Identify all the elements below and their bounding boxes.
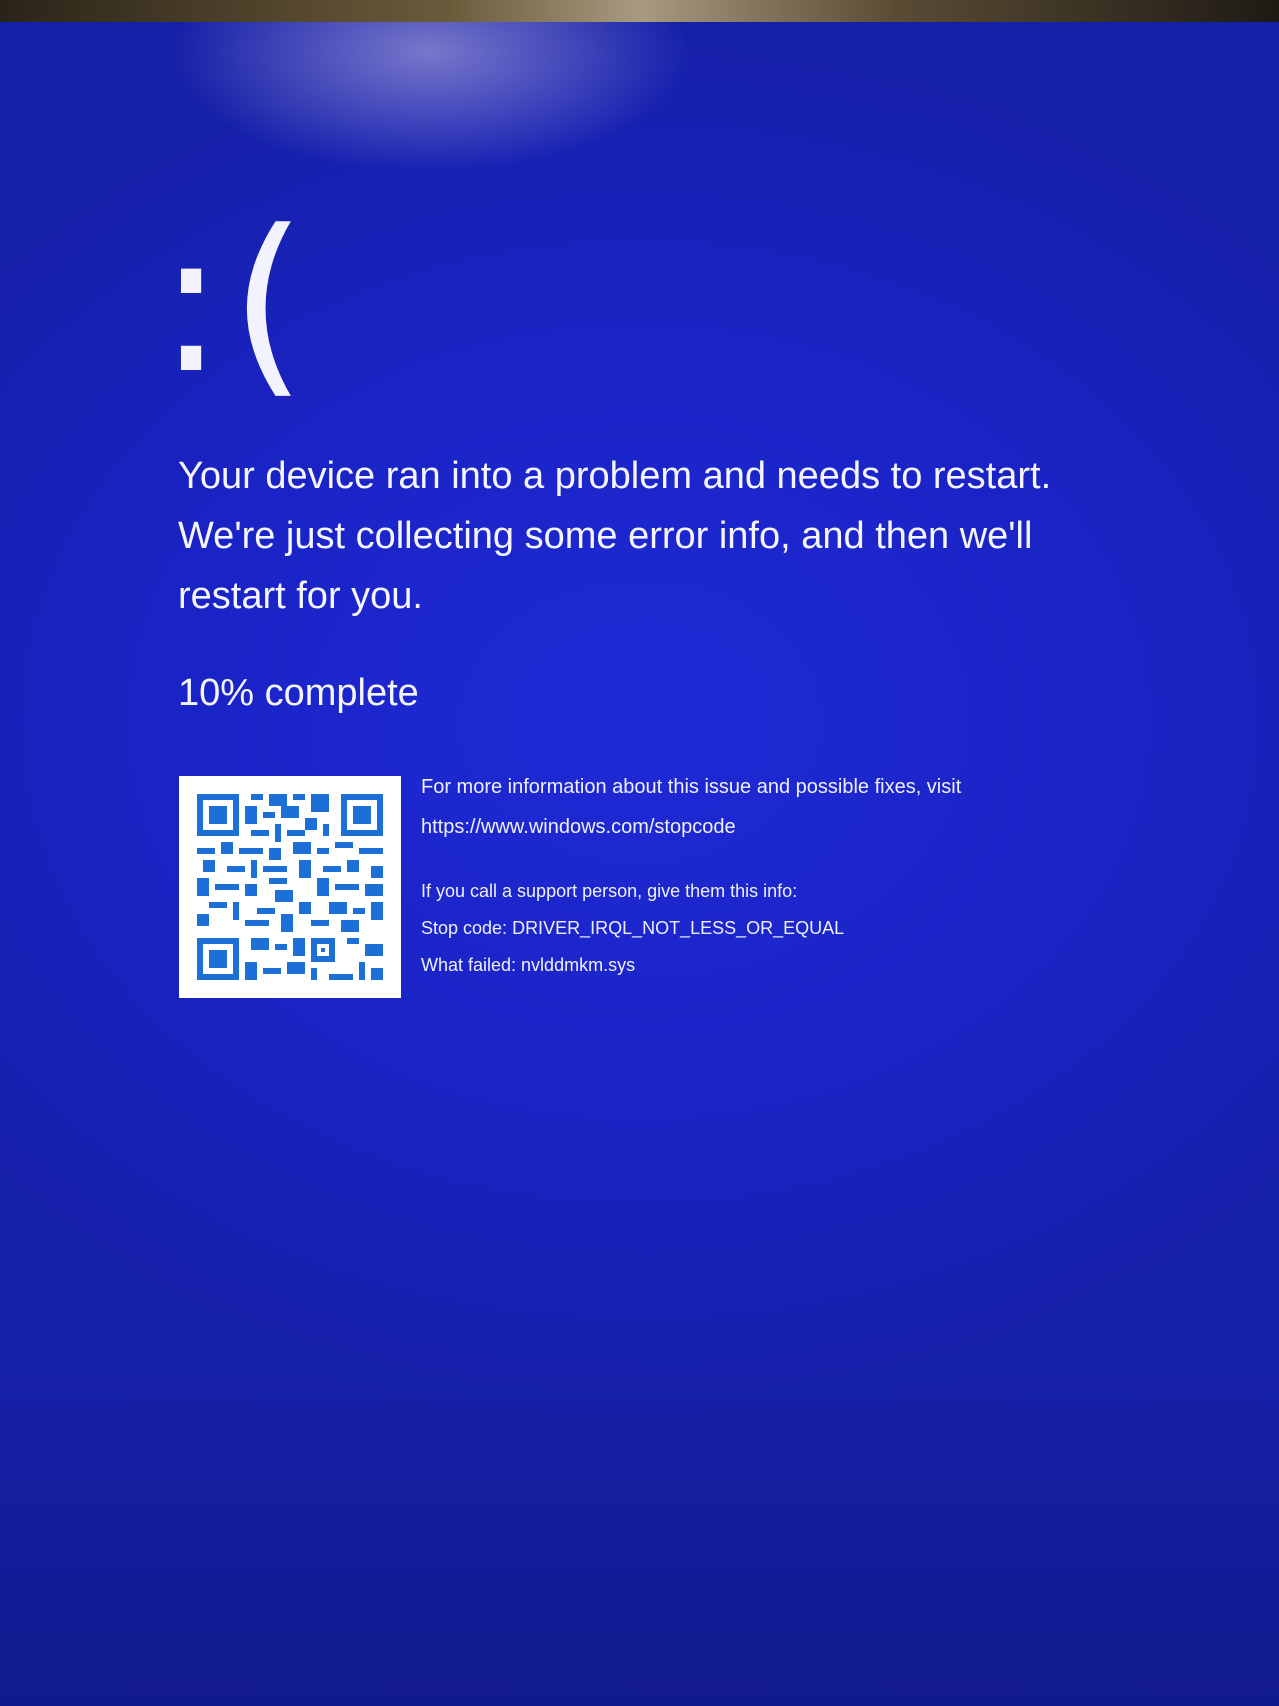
- stop-code: Stop code: DRIVER_IRQL_NOT_LESS_OR_EQUAL: [421, 918, 845, 938]
- bsod-screen: :( Your device ran into a problem and ne…: [0, 22, 1279, 1706]
- qr-code-icon[interactable]: [179, 776, 401, 998]
- more-info-text: For more information about this issue an…: [421, 776, 962, 798]
- monitor-bezel: [0, 0, 1279, 22]
- qr-code-graphic: [197, 794, 383, 980]
- error-info-block: For more information about this issue an…: [421, 774, 1181, 978]
- error-message: Your device ran into a problem and needs…: [178, 455, 1052, 617]
- progress-status: 10% complete: [178, 672, 419, 714]
- qr-code-modules: [197, 794, 383, 980]
- sad-face-emoticon: :(: [158, 189, 313, 417]
- stopcode-url[interactable]: https://www.windows.com/stopcode: [421, 814, 1181, 840]
- support-text: If you call a support person, give them …: [421, 881, 798, 901]
- what-failed: What failed: nvlddmkm.sys: [421, 955, 636, 975]
